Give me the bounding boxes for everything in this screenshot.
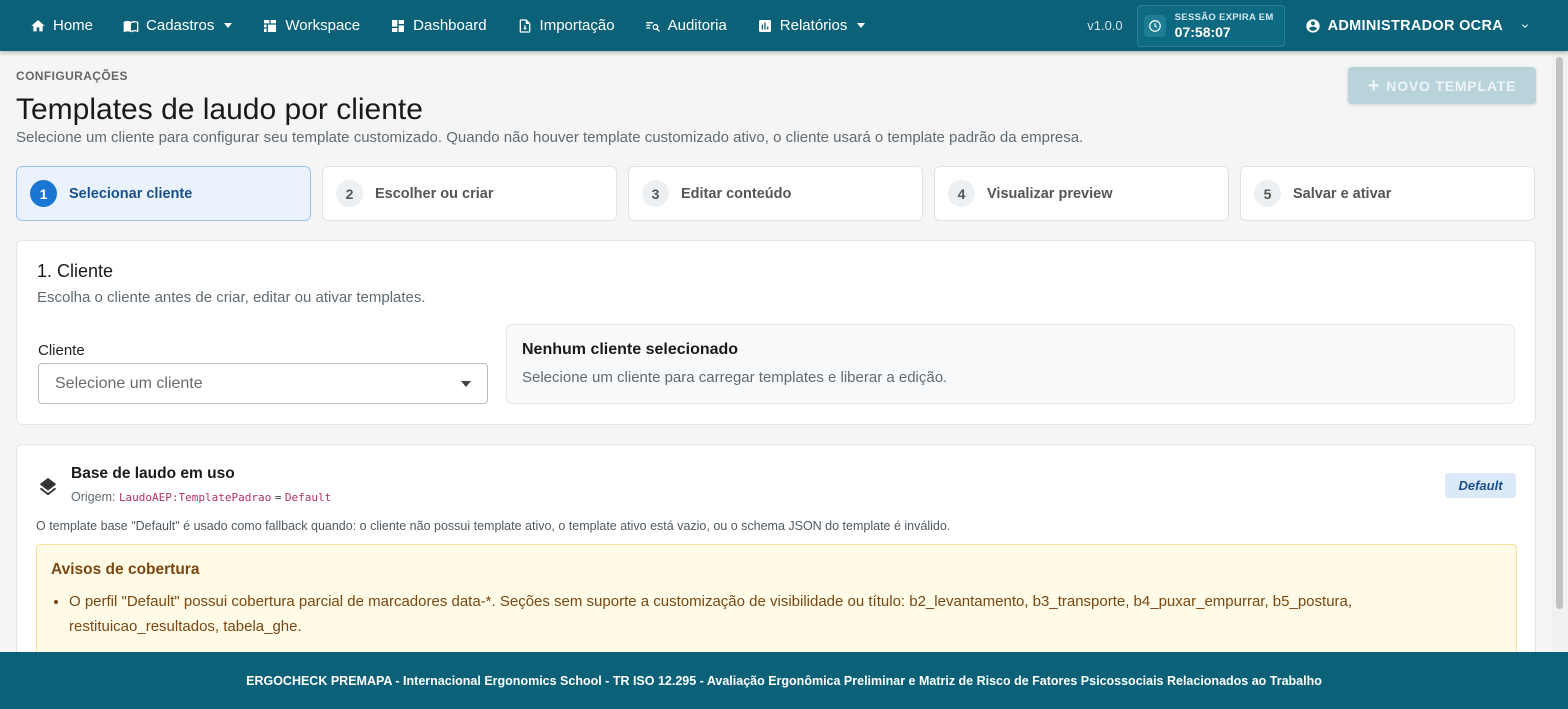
client-select[interactable]: Selecione um cliente: [38, 363, 488, 404]
step-number: 1: [30, 180, 57, 207]
nav-item-label: Importação: [539, 17, 615, 34]
fallback-note: O template base "Default" é usado como f…: [36, 519, 951, 533]
new-template-label: NOVO TEMPLATE: [1386, 77, 1517, 94]
step-edit-content[interactable]: 3 Editar conteúdo: [628, 166, 923, 221]
no-client-notice: Nenhum cliente selecionado Selecione um …: [506, 324, 1515, 404]
page-subtitle: Selecione um cliente para configurar seu…: [16, 129, 1084, 146]
nav-item-relatorios[interactable]: Relatórios: [757, 17, 866, 34]
new-template-button[interactable]: + NOVO TEMPLATE: [1348, 67, 1536, 104]
caret-down-icon: [224, 23, 233, 28]
nav-item-workspace[interactable]: Workspace: [262, 17, 360, 34]
session-time: 07:58:07: [1174, 23, 1231, 40]
top-navbar: Home Cadastros Workspace Dashboard Impor…: [0, 0, 1568, 51]
step-number: 2: [336, 180, 363, 207]
user-name: ADMINISTRADOR OCRA: [1327, 17, 1503, 34]
step-choose-create[interactable]: 2 Escolher ou criar: [322, 166, 617, 221]
coverage-warning: Avisos de cobertura O perfil "Default" p…: [36, 544, 1517, 652]
base-origin: Origem: LaudoAEP:TemplatePadrao = Defaul…: [71, 490, 331, 504]
plus-icon: +: [1367, 74, 1381, 97]
client-card-description: Escolha o cliente antes de criar, editar…: [37, 289, 426, 306]
no-client-description: Selecione um cliente para carregar templ…: [522, 369, 948, 386]
footer: ERGOCHECK PREMAPA - Internacional Ergono…: [0, 652, 1568, 709]
step-label: Editar conteúdo: [681, 185, 792, 202]
nav-item-auditoria[interactable]: Auditoria: [645, 17, 727, 34]
chart-icon: [758, 19, 771, 32]
warning-list: O perfil "Default" possui cobertura parc…: [51, 589, 1502, 639]
step-label: Selecionar cliente: [69, 185, 193, 202]
step-label: Salvar e ativar: [1293, 185, 1392, 202]
step-save-activate[interactable]: 5 Salvar e ativar: [1240, 166, 1535, 221]
nav-right: v1.0.0 SESSÃO EXPIRA EM 07:58:07 ADMINIS…: [1087, 0, 1568, 51]
default-badge: Default: [1445, 473, 1516, 498]
nav-item-dashboard[interactable]: Dashboard: [390, 17, 487, 34]
page-title: Templates de laudo por cliente: [16, 93, 423, 126]
account-circle-icon: [1305, 18, 1320, 33]
nav-item-label: Cadastros: [146, 17, 215, 34]
nav-item-label: Workspace: [285, 17, 361, 34]
client-field-label: Cliente: [38, 342, 85, 359]
home-icon: [31, 19, 45, 31]
origin-key: LaudoAEP:TemplatePadrao: [118, 491, 272, 504]
section-overline: CONFIGURAÇÕES: [16, 69, 128, 83]
origin-value: Default: [284, 491, 332, 504]
page-scrollbar[interactable]: [1552, 51, 1568, 652]
chevron-down-icon: [1522, 23, 1528, 28]
app-version: v1.0.0: [1087, 18, 1123, 33]
caret-down-icon: [857, 23, 866, 28]
origin-label: Origem:: [71, 490, 116, 504]
book-icon: [123, 20, 139, 32]
step-number: 4: [948, 180, 975, 207]
no-client-title: Nenhum cliente selecionado: [522, 341, 739, 358]
dashboard-icon: [392, 19, 405, 32]
session-label: SESSÃO EXPIRA EM: [1174, 11, 1274, 23]
nav-item-label: Relatórios: [779, 17, 848, 34]
clock-icon: [1143, 14, 1166, 37]
nav-item-label: Dashboard: [413, 17, 487, 34]
step-label: Visualizar preview: [987, 185, 1113, 202]
step-number: 3: [642, 180, 669, 207]
user-menu[interactable]: ADMINISTRADOR OCRA: [1305, 18, 1538, 34]
step-number: 5: [1254, 180, 1281, 207]
footer-text: ERGOCHECK PREMAPA - Internacional Ergono…: [246, 673, 1322, 688]
audit-search-icon: [645, 21, 660, 32]
client-card-title: 1. Cliente: [37, 261, 114, 281]
warning-item: O perfil "Default" possui cobertura parc…: [69, 589, 1502, 639]
nav-item-label: Home: [53, 17, 94, 34]
scrollbar-thumb[interactable]: [1556, 57, 1563, 609]
step-select-client[interactable]: 1 Selecionar cliente: [16, 166, 311, 221]
client-card: 1. Cliente Escolha o cliente antes de cr…: [16, 240, 1536, 425]
file-import-icon: [519, 18, 530, 33]
nav-item-cadastros[interactable]: Cadastros: [123, 17, 233, 34]
origin-equals: =: [274, 491, 282, 504]
base-title: Base de laudo em uso: [71, 465, 235, 482]
layers-icon: [39, 477, 57, 496]
workspace-icon: [264, 19, 277, 32]
base-template-card: Base de laudo em uso Origem: LaudoAEP:Te…: [16, 444, 1536, 652]
nav-item-label: Auditoria: [667, 17, 727, 34]
step-preview[interactable]: 4 Visualizar preview: [934, 166, 1229, 221]
nav-item-importacao[interactable]: Importação: [517, 17, 615, 34]
warning-title: Avisos de cobertura: [51, 561, 200, 578]
nav-menu: Home Cadastros Workspace Dashboard Impor…: [0, 0, 895, 51]
nav-item-home[interactable]: Home: [30, 17, 93, 34]
stepper: 1 Selecionar cliente 2 Escolher ou criar…: [16, 166, 1536, 221]
session-timer: SESSÃO EXPIRA EM 07:58:07: [1136, 4, 1285, 47]
dropdown-arrow-icon: [461, 381, 471, 387]
client-select-placeholder: Selecione um cliente: [55, 374, 203, 392]
main-content: CONFIGURAÇÕES Templates de laudo por cli…: [0, 51, 1552, 652]
step-label: Escolher ou criar: [375, 185, 494, 202]
